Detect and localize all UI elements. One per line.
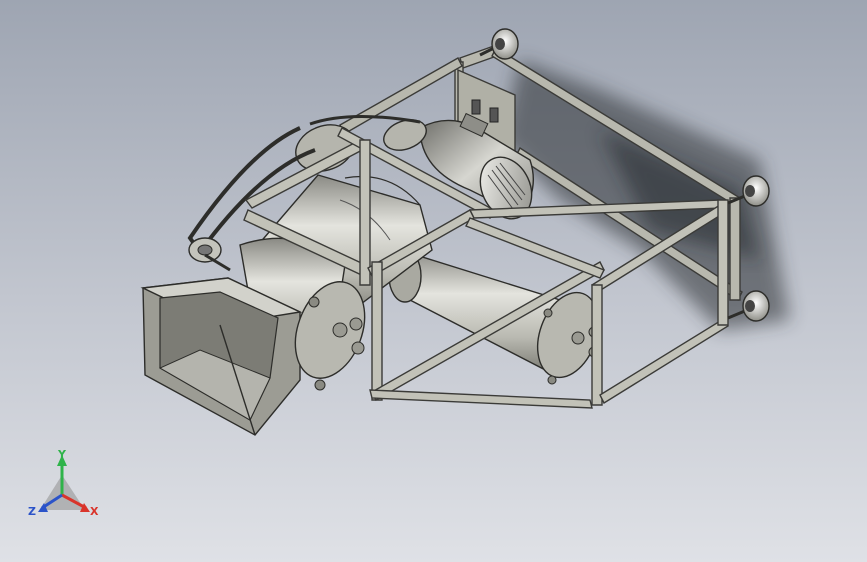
model-view[interactable]: Y X Z xyxy=(0,0,867,562)
x-axis-label: X xyxy=(90,505,99,518)
orientation-triad[interactable]: Y X Z xyxy=(28,448,99,518)
graphics-viewport[interactable]: Y X Z xyxy=(0,0,867,562)
z-axis-label: Z xyxy=(28,505,36,518)
conical-barrel[interactable] xyxy=(388,248,561,377)
y-axis-label: Y xyxy=(57,448,67,461)
hopper[interactable] xyxy=(140,277,303,436)
